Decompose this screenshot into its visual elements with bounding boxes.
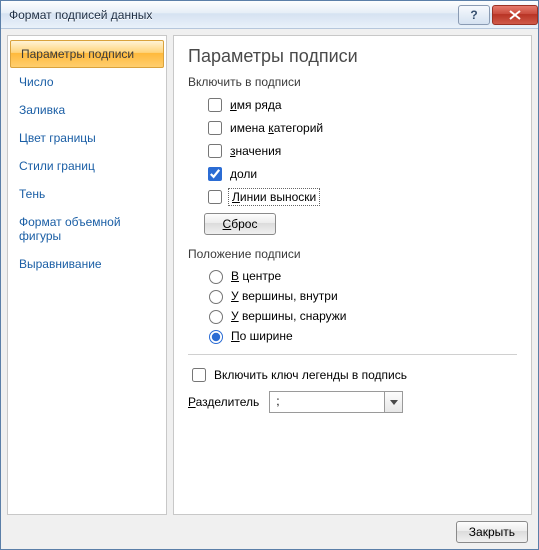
checkbox-legend-key[interactable]: [192, 368, 206, 382]
label-percentages: доли: [230, 167, 257, 181]
sidebar-item-border-color[interactable]: Цвет границы: [8, 124, 166, 152]
label-series-name: имя ряда: [230, 98, 282, 112]
label-center: В центре: [231, 269, 281, 283]
close-icon: [509, 10, 521, 20]
sidebar-item-alignment[interactable]: Выравнивание: [8, 250, 166, 278]
separator-value: ;: [270, 392, 384, 412]
sidebar-item-border-styles[interactable]: Стили границ: [8, 152, 166, 180]
close-button[interactable]: Закрыть: [456, 521, 528, 543]
label-values: значения: [230, 144, 281, 158]
label-leader-lines: Линии выноски: [230, 190, 318, 204]
sidebar-item-shadow[interactable]: Тень: [8, 180, 166, 208]
checkbox-leader-lines[interactable]: [208, 190, 222, 204]
close-window-button[interactable]: [492, 5, 538, 25]
combo-dropdown-button[interactable]: [384, 392, 402, 412]
sidebar-item-label-options[interactable]: Параметры подписи: [10, 40, 164, 68]
sidebar-item-fill[interactable]: Заливка: [8, 96, 166, 124]
radio-outside-end[interactable]: [209, 310, 223, 324]
window-title: Формат подписей данных: [9, 8, 456, 22]
divider: [188, 354, 517, 355]
label-inside-end: У вершины, внутри: [231, 289, 338, 303]
label-best-fit: По ширине: [231, 329, 293, 343]
sidebar: Параметры подписи Число Заливка Цвет гра…: [7, 35, 167, 515]
sidebar-item-3d-format[interactable]: Формат объемной фигуры: [8, 208, 166, 250]
sidebar-item-number[interactable]: Число: [8, 68, 166, 96]
radio-best-fit[interactable]: [209, 330, 223, 344]
radio-inside-end[interactable]: [209, 290, 223, 304]
label-outside-end: У вершины, снаружи: [231, 309, 347, 323]
dialog-body: Параметры подписи Число Заливка Цвет гра…: [1, 29, 538, 549]
chevron-down-icon: [390, 400, 398, 405]
content-heading: Параметры подписи: [188, 46, 517, 67]
checkbox-category-names[interactable]: [208, 121, 222, 135]
dialog-footer: Закрыть: [7, 515, 532, 545]
dialog-window: Формат подписей данных ? Параметры подпи…: [0, 0, 539, 550]
separator-combobox[interactable]: ;: [269, 391, 403, 413]
checkbox-percentages[interactable]: [208, 167, 222, 181]
checkbox-values[interactable]: [208, 144, 222, 158]
position-group-label: Положение подписи: [188, 247, 517, 261]
reset-button[interactable]: Сброс: [204, 213, 276, 235]
separator-label: Разделитель: [188, 395, 259, 409]
include-group-label: Включить в подписи: [188, 75, 517, 89]
checkbox-series-name[interactable]: [208, 98, 222, 112]
radio-center[interactable]: [209, 270, 223, 284]
label-legend-key: Включить ключ легенды в подпись: [214, 368, 407, 382]
content-panel: Параметры подписи Включить в подписи имя…: [173, 35, 532, 515]
help-button[interactable]: ?: [458, 5, 490, 25]
titlebar: Формат подписей данных ?: [1, 1, 538, 29]
label-category-names: имена категорий: [230, 121, 323, 135]
